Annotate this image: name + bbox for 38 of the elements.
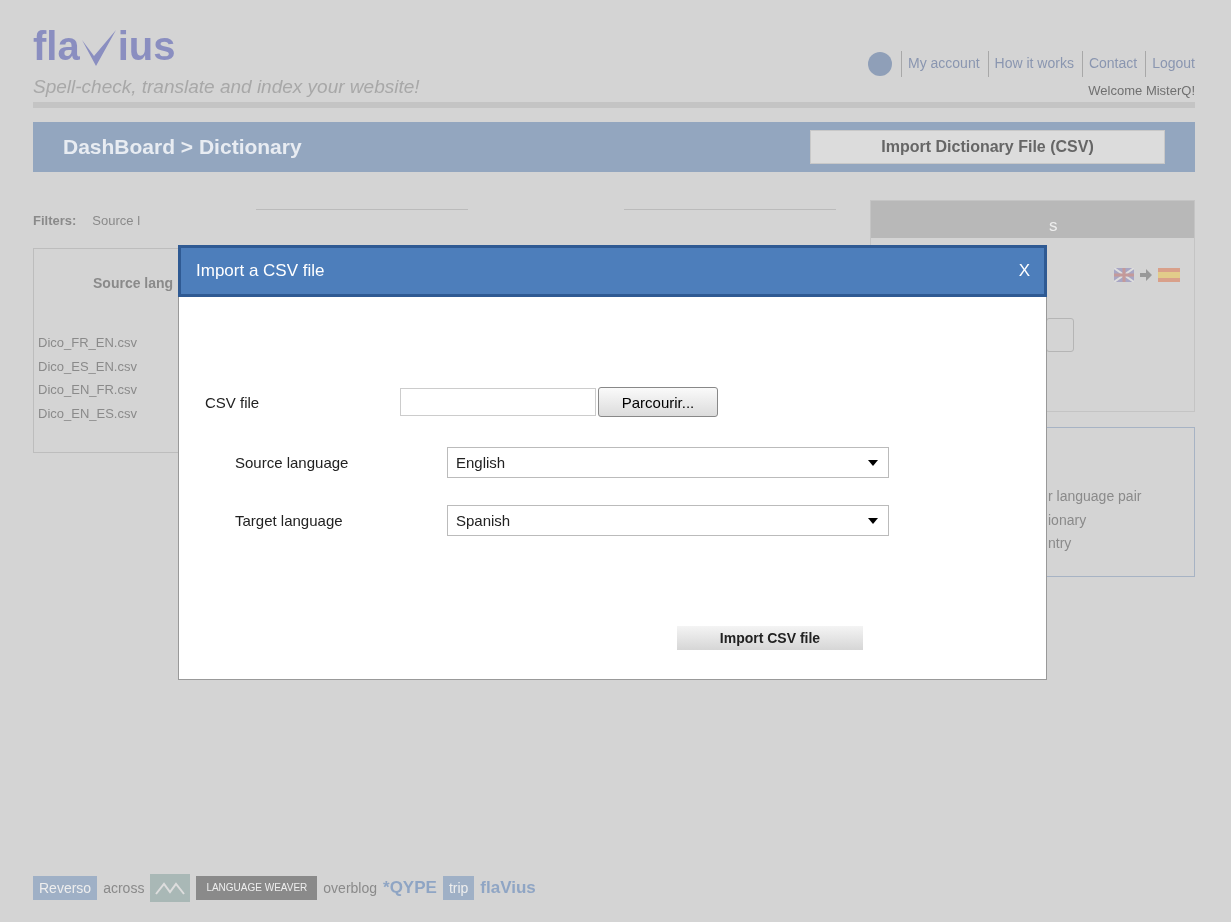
nav-link[interactable]: How it works [987,51,1074,77]
filters-label: Filters: [33,212,77,228]
mountain-logo-icon[interactable] [150,874,191,902]
browse-button[interactable]: Parcourir... [598,387,718,417]
dropdown-caret-icon [868,517,878,524]
dialog-title: Import a CSV file [196,261,325,281]
logo-text: fla [33,26,80,66]
filter-label: Source l [92,212,141,228]
spain-flag-icon [1158,268,1180,282]
import-dictionary-button[interactable]: Import Dictionary File (CSV) [810,130,1165,164]
help-text: r language pair [1048,488,1143,506]
partner-logo[interactable]: *QYPE [383,876,437,900]
nav-link[interactable]: Contact [1081,51,1138,77]
field-label: CSV file [204,393,261,411]
breadcrumb: DashBoard > Dictionary [63,135,302,159]
partner-logo[interactable]: across [103,876,145,900]
help-text: ionary [1048,511,1088,530]
field-label: Target language [234,512,344,529]
nav-link[interactable]: My account [900,51,980,77]
partner-logo[interactable]: overblog [323,876,378,900]
uk-flag-icon [1114,268,1134,282]
field-label: Source language [234,454,350,471]
target-language-select[interactable]: Spanish [447,505,889,536]
source-language-select[interactable]: English [447,447,889,478]
logo-text: ius [117,26,176,66]
help-text: ntry [1048,535,1073,553]
partner-logo[interactable]: LANGUAGE WEAVER [196,876,318,900]
arrow-icon [1140,269,1152,281]
column-heading: Source lang [93,275,175,293]
dropdown-caret-icon [868,459,878,466]
file-input-field[interactable] [400,388,596,416]
partner-logo[interactable]: Reverso [33,876,98,900]
welcome-text: Welcome MisterQ! [1088,83,1195,98]
import-csv-button[interactable]: Import CSV file [677,626,863,650]
partner-logo[interactable]: trip [442,876,475,900]
nav-link[interactable]: Logout [1145,51,1195,77]
partner-logo[interactable]: flaVius [480,876,536,900]
close-button[interactable]: X [1018,261,1030,281]
